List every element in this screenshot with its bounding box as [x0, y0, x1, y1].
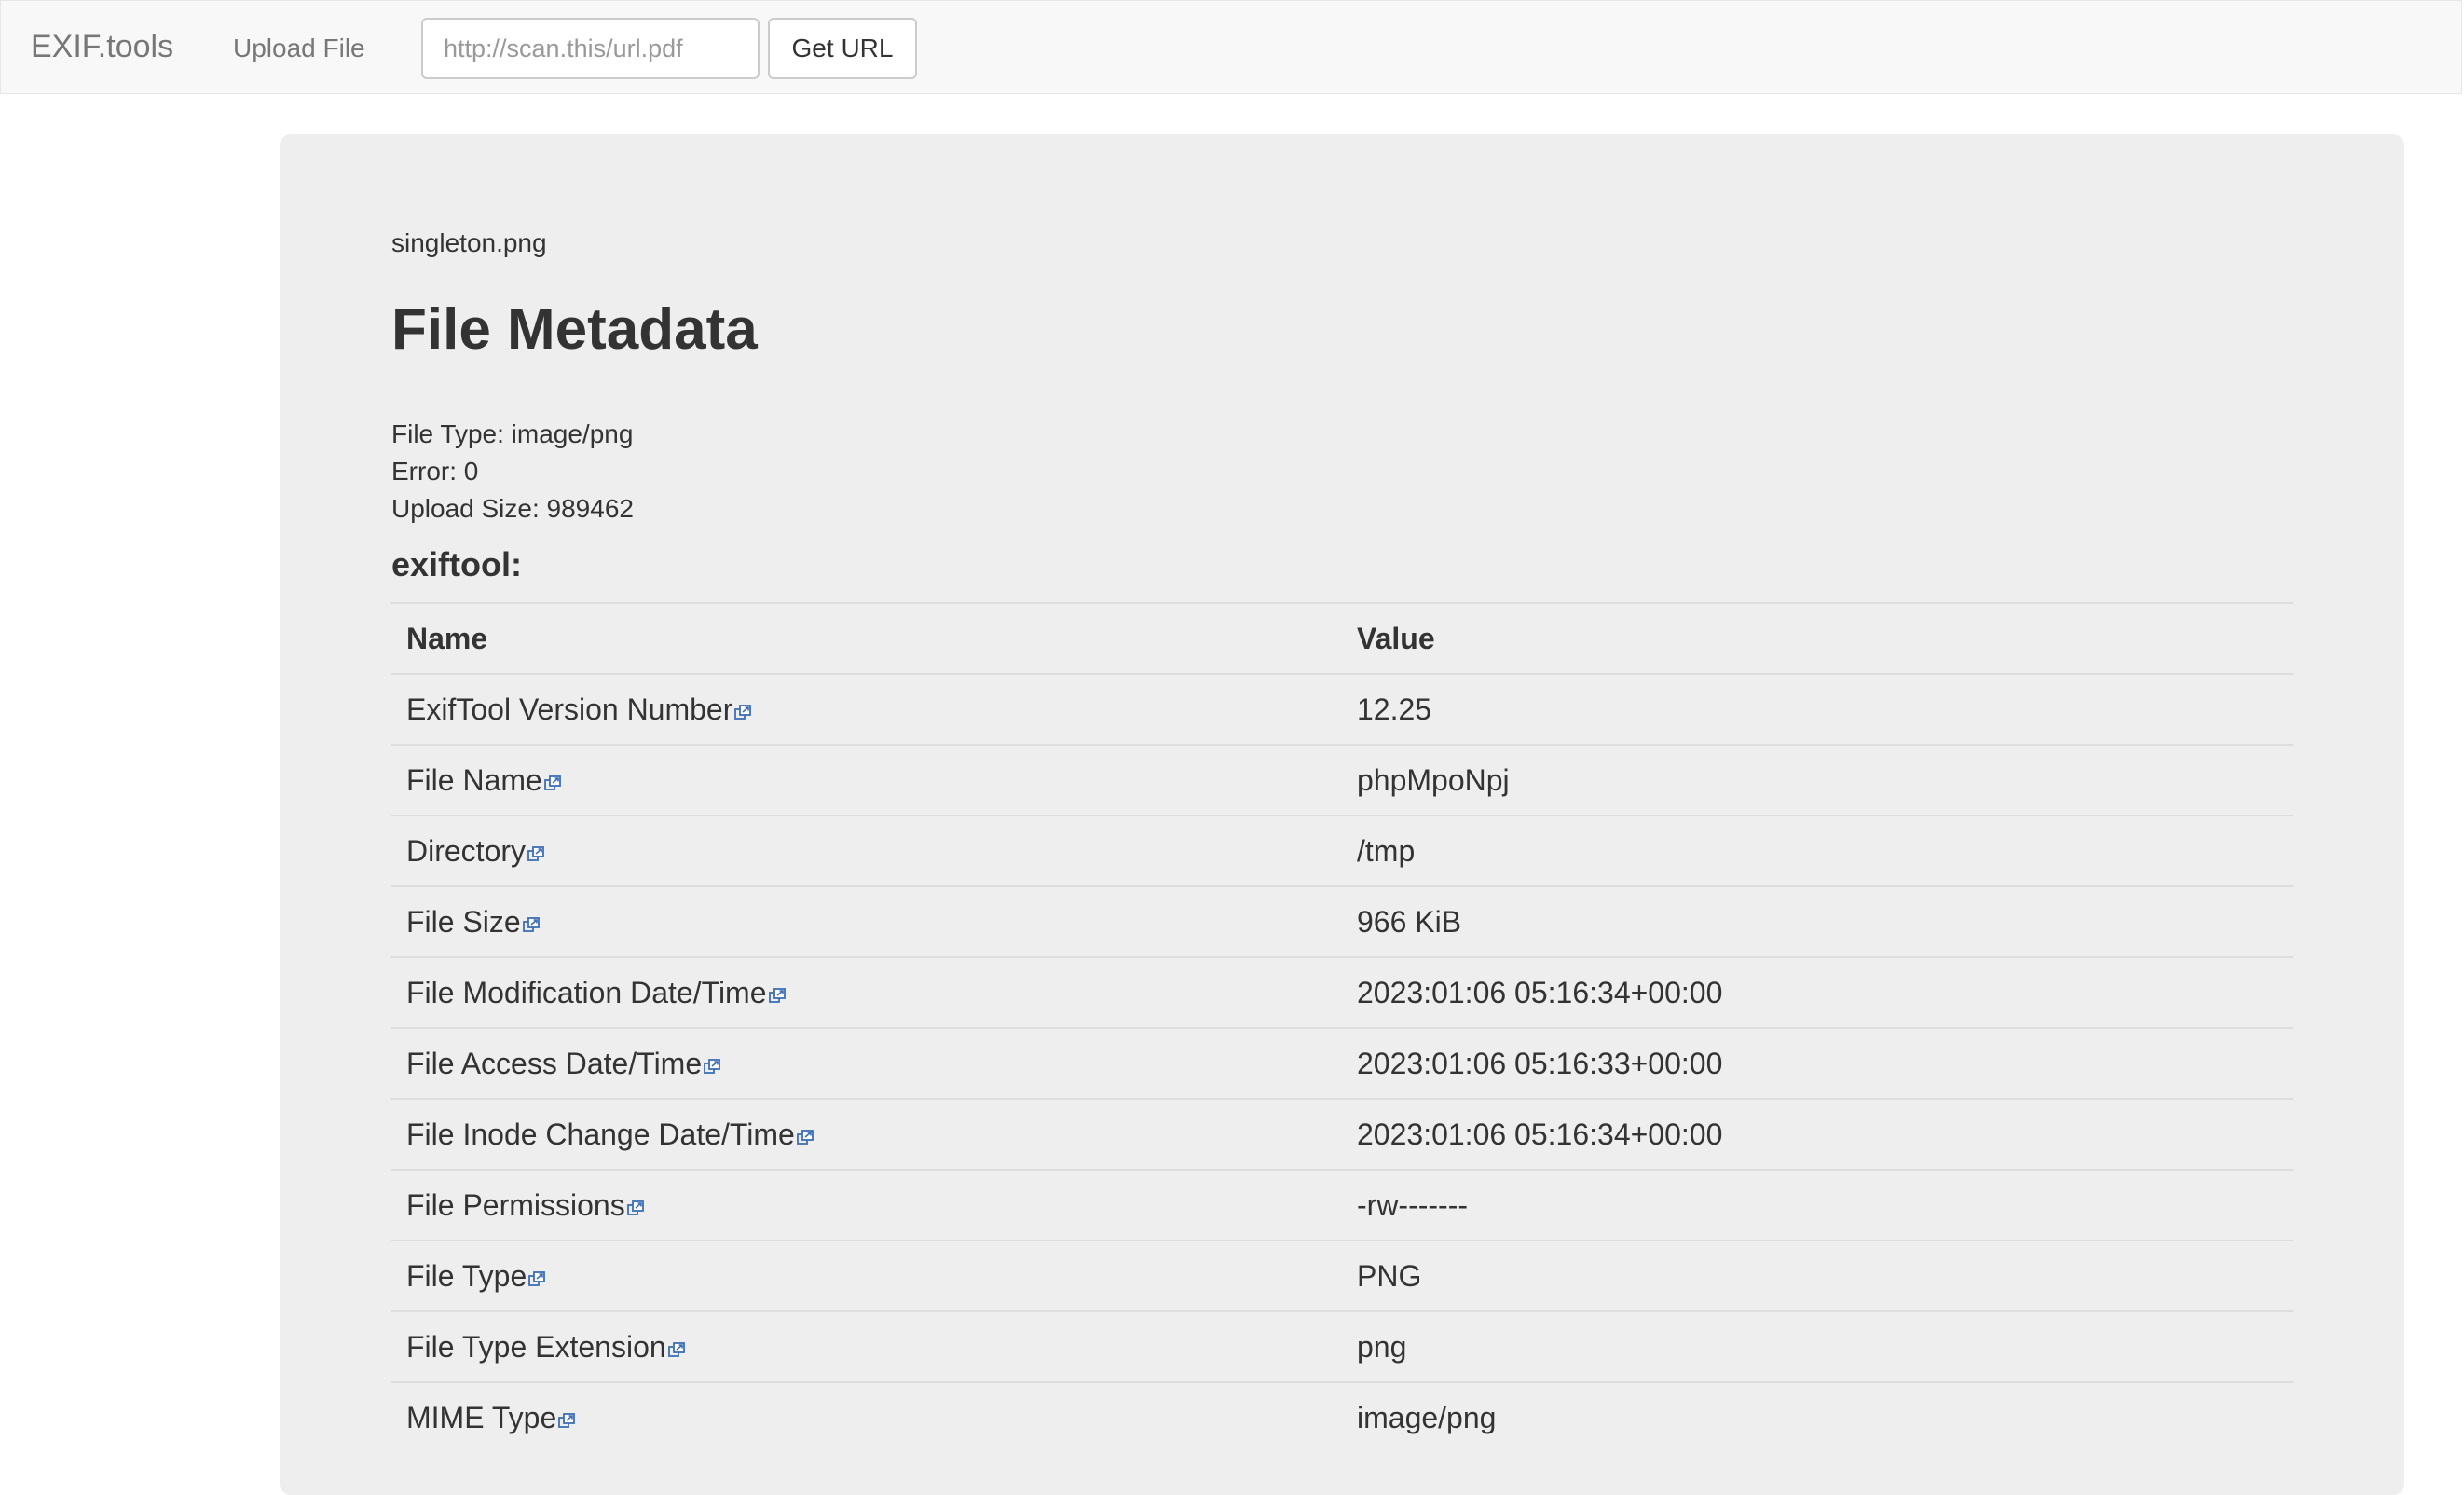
tag-value: 2023:01:06 05:16:33+00:00: [1342, 1027, 2293, 1099]
table-row: File Name phpMpoNpj: [391, 744, 2293, 816]
external-link-icon[interactable]: [626, 1190, 645, 1215]
tag-value: png: [1342, 1310, 2293, 1382]
metadata-table-body: ExifTool Version Number 12.25 File Name php…: [391, 673, 2293, 1453]
tag-name: File Size: [406, 904, 521, 939]
tag-name-cell: File Type: [391, 1240, 1342, 1311]
url-input[interactable]: [421, 18, 760, 79]
external-link-icon[interactable]: [543, 765, 562, 790]
tag-name-cell: ExifTool Version Number: [391, 673, 1342, 745]
tag-name-cell: File Modification Date/Time: [391, 956, 1342, 1028]
tag-value: 966 KiB: [1342, 885, 2293, 957]
tag-name: File Type Extension: [406, 1329, 666, 1364]
table-row: Directory/tmp: [391, 815, 2293, 886]
tag-name-cell: File Permissions: [391, 1169, 1342, 1241]
tag-name: ExifTool Version Number: [406, 692, 733, 726]
tag-name: Directory: [406, 833, 527, 868]
tag-name: File Permissions: [406, 1187, 625, 1222]
table-row: File Permissions -rw-------: [391, 1169, 2293, 1241]
external-link-icon[interactable]: [527, 1261, 546, 1286]
tag-value: PNG: [1342, 1240, 2293, 1311]
tag-value: phpMpoNpj: [1342, 744, 2293, 816]
tag-name-cell: Directory: [391, 815, 1342, 886]
external-link-icon[interactable]: [733, 694, 752, 720]
tag-name-cell: File Name: [391, 744, 1342, 816]
tag-value: 12.25: [1342, 673, 2293, 745]
table-row: File Inode Change Date/Time 2023:01:06 05…: [391, 1098, 2293, 1170]
external-link-icon[interactable]: [796, 1119, 814, 1145]
upload-file-link[interactable]: Upload File: [233, 32, 365, 65]
page-title: File Metadata: [391, 297, 758, 362]
error-info: Error: 0: [391, 457, 479, 486]
tag-name: MIME Type: [406, 1401, 557, 1434]
tag-name: File Inode Change Date/Time: [406, 1117, 795, 1151]
uploaded-filename: singleton.png: [391, 228, 547, 257]
value-column-header: Value: [1342, 602, 2293, 674]
file-type-info: File Type: image/png: [391, 419, 634, 448]
tag-name: File Type: [406, 1258, 527, 1293]
external-link-icon[interactable]: [522, 907, 541, 932]
tag-name-cell: File Type Extension: [391, 1310, 1342, 1382]
name-column-header: Name: [391, 602, 1342, 674]
table-row: ExifTool Version Number 12.25: [391, 673, 2293, 745]
table-row: File Modification Date/Time 2023:01:06 05…: [391, 956, 2293, 1028]
tag-name: File Name: [406, 762, 542, 797]
tag-value: image/png: [1342, 1381, 2293, 1453]
external-link-icon[interactable]: [768, 978, 787, 1003]
upload-size-info: Upload Size: 989462: [391, 494, 634, 523]
external-link-icon[interactable]: [527, 836, 545, 861]
external-link-icon[interactable]: [667, 1332, 686, 1357]
tag-value: -rw-------: [1342, 1169, 2293, 1241]
tag-name-cell: File Size: [391, 885, 1342, 957]
tag-value: /tmp: [1342, 815, 2293, 886]
table-row: File Access Date/Time 2023:01:06 05:16:33…: [391, 1027, 2293, 1099]
external-link-icon[interactable]: [557, 1403, 576, 1428]
tag-value: 2023:01:06 05:16:34+00:00: [1342, 1098, 2293, 1170]
metadata-table: Name Value ExifTool Version Number 12.25 F…: [391, 602, 2293, 1453]
table-header-row: Name Value: [391, 602, 2293, 674]
get-url-button[interactable]: Get URL: [768, 18, 917, 79]
external-link-icon[interactable]: [703, 1049, 721, 1074]
top-navbar: EXIF.tools Upload File Get URL: [0, 0, 2462, 94]
table-row: File Type Extension png: [391, 1310, 2293, 1382]
tag-name: File Access Date/Time: [406, 1046, 703, 1080]
table-row: File Size 966 KiB: [391, 885, 2293, 957]
brand-logo[interactable]: EXIF.tools: [31, 27, 173, 66]
tag-name-cell: File Access Date/Time: [391, 1027, 1342, 1099]
table-row: MIME Type image/png: [391, 1381, 2293, 1453]
tag-value: 2023:01:06 05:16:34+00:00: [1342, 956, 2293, 1028]
tag-name: File Modification Date/Time: [406, 975, 767, 1009]
exiftool-section-title: exiftool:: [391, 545, 522, 583]
tag-name-cell: MIME Type: [391, 1381, 1342, 1453]
tag-name-cell: File Inode Change Date/Time: [391, 1098, 1342, 1170]
table-row: File Type PNG: [391, 1240, 2293, 1311]
